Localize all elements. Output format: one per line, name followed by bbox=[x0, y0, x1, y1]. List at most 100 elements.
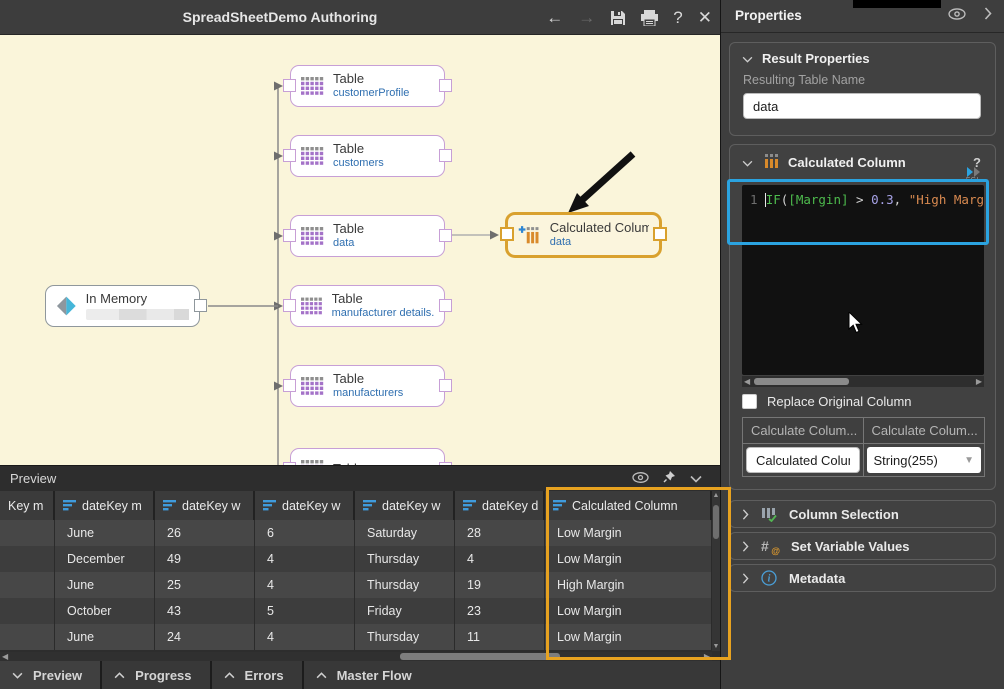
redaction-bar bbox=[853, 0, 941, 8]
input-port[interactable] bbox=[283, 149, 296, 162]
chevron-down-icon[interactable] bbox=[742, 155, 753, 170]
calculated-column-icon bbox=[762, 153, 779, 172]
tab-preview[interactable]: Preview bbox=[0, 661, 100, 689]
column-header[interactable]: Calculated Column bbox=[545, 491, 712, 520]
tab-master-flow[interactable]: Master Flow bbox=[304, 661, 720, 689]
flow-node-table[interactable]: Table bbox=[290, 448, 445, 465]
column-name-header: Calculate Colum... bbox=[743, 418, 864, 444]
section-metadata[interactable]: iMetadata bbox=[729, 564, 996, 592]
output-port[interactable] bbox=[439, 299, 452, 312]
table-icon bbox=[301, 227, 324, 246]
table-cell: 24 bbox=[155, 624, 255, 650]
output-port[interactable] bbox=[653, 227, 667, 241]
resulting-table-name-input[interactable] bbox=[743, 93, 981, 119]
output-port[interactable] bbox=[439, 149, 452, 162]
sort-icon bbox=[163, 500, 176, 511]
table-icon bbox=[301, 297, 323, 316]
set-variable-values-icon: #@ bbox=[761, 538, 779, 554]
sort-icon bbox=[553, 500, 566, 511]
table-cell: Low Margin bbox=[545, 520, 712, 546]
table-cell: 6 bbox=[255, 520, 355, 546]
chevron-up-icon bbox=[316, 672, 327, 679]
column-type-select[interactable]: String(255) ▼ bbox=[867, 447, 982, 473]
eye-icon[interactable] bbox=[632, 470, 649, 488]
chevron-down-icon: ▼ bbox=[964, 455, 974, 466]
table-cell: 4 bbox=[255, 624, 355, 650]
close-icon[interactable]: ✕ bbox=[698, 9, 712, 26]
authoring-window: SpreadSheetDemo Authoring ← → ? ✕ bbox=[0, 0, 1004, 689]
eye-icon[interactable] bbox=[948, 7, 966, 25]
column-header[interactable]: dateKey m bbox=[55, 491, 155, 520]
flow-node-manufacturer-details[interactable]: Tablemanufacturer details... bbox=[290, 285, 445, 327]
table-cell: Low Margin bbox=[545, 546, 712, 572]
flow-node-manufacturers[interactable]: Tablemanufacturers bbox=[290, 365, 445, 407]
sort-icon bbox=[463, 500, 476, 511]
input-port[interactable] bbox=[283, 299, 296, 312]
preview-table: Key m dateKey m dateKey w dateKey w date… bbox=[0, 491, 712, 651]
table-row[interactable]: December494Thursday4Low Margin bbox=[0, 546, 712, 572]
save-icon[interactable] bbox=[610, 10, 626, 26]
section-column-selection[interactable]: Column Selection bbox=[729, 500, 996, 528]
column-header[interactable]: dateKey d bbox=[455, 491, 545, 520]
input-port[interactable] bbox=[500, 227, 514, 241]
calculated-column-icon bbox=[518, 224, 541, 246]
bottom-tab-bar: PreviewProgressErrorsMaster Flow bbox=[0, 661, 720, 689]
column-header[interactable]: dateKey w bbox=[255, 491, 355, 520]
tab-progress[interactable]: Progress bbox=[102, 661, 209, 689]
expression-editor[interactable]: 1IF([Margin] > 0.3, "High Marg bbox=[742, 185, 984, 375]
flow-canvas[interactable]: TablecustomerProfile Tablecustomers Tabled… bbox=[0, 35, 720, 465]
result-properties-header[interactable]: Result Properties bbox=[762, 51, 870, 66]
table-cell: December bbox=[55, 546, 155, 572]
calculated-column-header[interactable]: Calculated Column bbox=[788, 155, 906, 170]
tab-errors[interactable]: Errors bbox=[212, 661, 302, 689]
chevron-up-icon bbox=[114, 672, 125, 679]
table-cell: 11 bbox=[455, 624, 545, 650]
column-header[interactable]: dateKey w bbox=[355, 491, 455, 520]
table-row[interactable]: June244Thursday11Low Margin bbox=[0, 624, 712, 650]
table-cell: 49 bbox=[155, 546, 255, 572]
input-port[interactable] bbox=[283, 229, 296, 242]
metadata-icon: i bbox=[761, 570, 777, 586]
back-icon[interactable]: ← bbox=[546, 9, 563, 26]
column-type-header: Calculate Colum... bbox=[864, 418, 985, 444]
table-cell bbox=[0, 546, 55, 572]
pin-icon[interactable] bbox=[663, 470, 676, 488]
flow-node-customerprofile[interactable]: TablecustomerProfile bbox=[290, 65, 445, 107]
output-port[interactable] bbox=[439, 229, 452, 242]
chevron-right-icon[interactable] bbox=[984, 7, 992, 25]
preview-panel-title: Preview bbox=[10, 471, 56, 486]
table-row[interactable]: June254Thursday19High Margin bbox=[0, 572, 712, 598]
preview-vertical-scrollbar[interactable]: ▲▼ bbox=[712, 491, 720, 651]
column-header[interactable]: dateKey w bbox=[155, 491, 255, 520]
table-icon bbox=[301, 377, 324, 396]
table-row[interactable]: June266Saturday28Low Margin bbox=[0, 520, 712, 546]
input-port[interactable] bbox=[283, 379, 296, 392]
table-icon bbox=[301, 147, 324, 166]
flow-node-customers[interactable]: Tablecustomers bbox=[290, 135, 445, 177]
table-row[interactable]: October435Friday23Low Margin bbox=[0, 598, 712, 624]
input-port[interactable] bbox=[283, 79, 296, 92]
calculated-column-card: Calculated Column ? FGL 1IF([Margin] > 0… bbox=[729, 144, 996, 490]
output-port[interactable] bbox=[439, 79, 452, 92]
column-header[interactable]: Key m bbox=[0, 491, 55, 520]
help-icon[interactable]: ? bbox=[673, 9, 682, 26]
chevron-down-icon[interactable] bbox=[690, 470, 702, 488]
column-definition-grid: Calculate Colum... Calculate Colum... St… bbox=[742, 417, 985, 477]
editor-horizontal-scrollbar[interactable]: ◀▶ bbox=[742, 376, 984, 387]
print-icon[interactable] bbox=[641, 10, 658, 26]
table-cell: 4 bbox=[255, 572, 355, 598]
column-selection-icon bbox=[761, 507, 777, 522]
section-set-variable-values[interactable]: #@Set Variable Values bbox=[729, 532, 996, 560]
column-name-input[interactable] bbox=[746, 447, 860, 473]
replace-original-column-checkbox[interactable] bbox=[742, 394, 757, 409]
chevron-down-icon[interactable] bbox=[742, 51, 753, 66]
table-cell: 43 bbox=[155, 598, 255, 624]
output-port[interactable] bbox=[194, 299, 207, 312]
flow-node-in-memory[interactable]: In Memory bbox=[45, 285, 200, 327]
output-port[interactable] bbox=[439, 379, 452, 392]
flow-node-data[interactable]: Tabledata bbox=[290, 215, 445, 257]
table-cell: 5 bbox=[255, 598, 355, 624]
table-cell: Thursday bbox=[355, 546, 455, 572]
flow-node-data[interactable]: Calculated Colum...data bbox=[505, 212, 662, 258]
chevron-right-icon bbox=[742, 573, 749, 584]
